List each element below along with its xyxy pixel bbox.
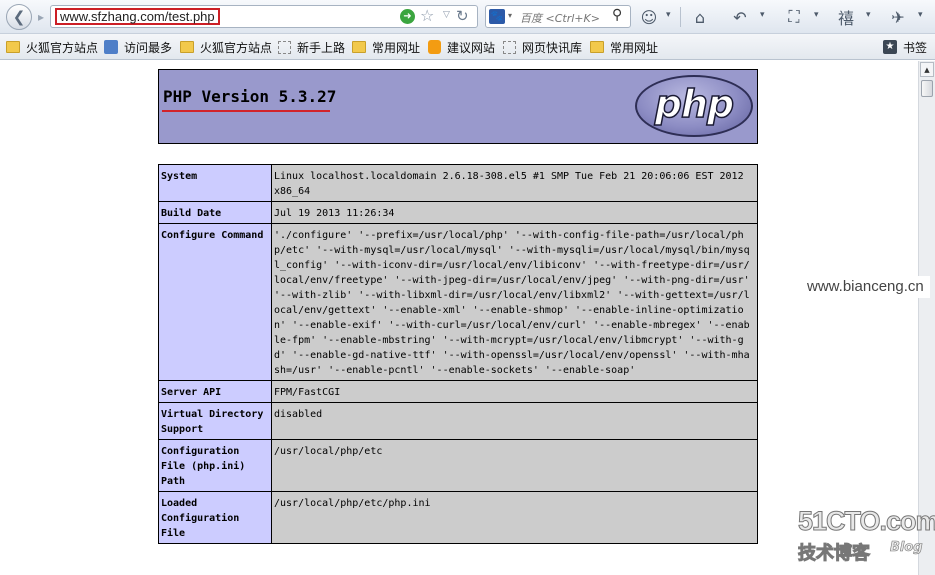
bookmark-label: 火狐官方站点: [26, 40, 99, 55]
tools-dropdown-icon[interactable]: ▾: [918, 10, 923, 20]
bookmarks-toolbar: 火狐官方站点 访问最多 火狐官方站点 新手上路 常用网址 建议网站 网页快讯库 …: [0, 34, 935, 60]
table-row: Virtual Directory Support disabled: [158, 402, 758, 440]
history-dropdown-icon[interactable]: ▽: [443, 10, 450, 20]
table-row: Configure Command './configure' '--prefi…: [158, 223, 758, 381]
baidu-paw-icon[interactable]: 🐾: [489, 9, 505, 24]
address-bar[interactable]: www.sfzhang.com/test.php ➜ ☆ ▽ ↻: [50, 5, 478, 28]
bookmark-item[interactable]: 访问最多: [104, 39, 172, 55]
site-watermark: www.bianceng.cn: [801, 276, 930, 298]
addon-dropdown-icon[interactable]: ▾: [666, 10, 671, 20]
navigation-toolbar: ❮ ▸ www.sfzhang.com/test.php ➜ ☆ ▽ ↻ 🐾 ▾…: [0, 0, 935, 34]
bookmarks-menu-label: 书签: [903, 40, 928, 55]
php-version-header: PHP Version 5.3.27 php: [158, 69, 758, 144]
dashed-page-icon: [503, 40, 516, 54]
translate-icon[interactable]: 禧: [834, 6, 858, 28]
search-engine-dropdown-icon[interactable]: ▾: [508, 11, 512, 20]
bookmarks-menu-icon: ★: [883, 40, 897, 54]
table-row: Server API FPM/FastCGI: [158, 380, 758, 403]
go-arrow-icon[interactable]: ➜: [400, 9, 415, 24]
row-value: './configure' '--prefix=/usr/local/php' …: [271, 223, 758, 381]
folder-icon: [352, 41, 366, 53]
bookmark-item[interactable]: 火狐官方站点: [180, 39, 272, 55]
row-key: Loaded Configuration File: [158, 491, 272, 544]
row-key: Server API: [158, 380, 272, 403]
row-value: Linux localhost.localdomain 2.6.18-308.e…: [271, 164, 758, 202]
php-logo[interactable]: php: [635, 75, 753, 137]
scroll-thumb[interactable]: [921, 80, 933, 97]
bookmark-label: 常用网址: [372, 40, 421, 55]
vertical-scrollbar[interactable]: ▲: [918, 61, 935, 575]
tools-icon[interactable]: ✈: [886, 6, 910, 28]
bulb-icon: [428, 40, 441, 54]
row-value: FPM/FastCGI: [271, 380, 758, 403]
row-value: /usr/local/php/etc/php.ini: [271, 491, 758, 544]
table-row: System Linux localhost.localdomain 2.6.1…: [158, 164, 758, 202]
51cto-watermark: 51CTO.com: [798, 506, 935, 537]
screenshot-icon[interactable]: ⛶: [782, 6, 806, 28]
bookmark-item[interactable]: 建议网站: [428, 39, 495, 55]
folder-icon: [180, 41, 194, 53]
bookmarks-menu[interactable]: ★ 书签: [883, 39, 927, 55]
page-content: PHP Version 5.3.27 php System Linux loca…: [0, 61, 918, 575]
red-annotation-underline: [162, 110, 330, 112]
url-text[interactable]: www.sfzhang.com/test.php: [55, 8, 220, 25]
bookmark-item[interactable]: 常用网址: [590, 39, 658, 55]
search-input[interactable]: 百度 <Ctrl+K>: [520, 10, 600, 26]
row-key: Virtual Directory Support: [158, 402, 272, 440]
bookmark-label: 建议网站: [447, 40, 496, 55]
toolbar-divider: [680, 7, 681, 27]
bookmark-label: 新手上路: [297, 40, 346, 55]
bookmark-item[interactable]: 常用网址: [352, 39, 420, 55]
undo-dropdown-icon[interactable]: ▾: [760, 10, 765, 20]
row-value: Jul 19 2013 11:26:34: [271, 201, 758, 224]
row-key: Configuration File (php.ini) Path: [158, 439, 272, 492]
folder-icon: [6, 41, 20, 53]
table-row: Loaded Configuration File /usr/local/php…: [158, 491, 758, 544]
undo-icon[interactable]: ↶: [728, 6, 752, 28]
dashed-page-icon: [278, 40, 291, 54]
bookmark-label: 火狐官方站点: [200, 40, 273, 55]
forward-arrow-icon: ▸: [37, 10, 45, 24]
bookmark-item[interactable]: 火狐官方站点: [6, 39, 98, 55]
forward-button[interactable]: ▸: [31, 8, 51, 26]
row-value: disabled: [271, 402, 758, 440]
bookmark-item[interactable]: 网页快讯库: [503, 39, 582, 55]
table-row: Build Date Jul 19 2013 11:26:34: [158, 201, 758, 224]
bookmark-star-icon[interactable]: ☆: [420, 6, 434, 25]
back-arrow-icon: ❮: [12, 8, 26, 26]
addon-icon[interactable]: ☺: [637, 6, 661, 28]
blog-watermark-en: Blog: [890, 540, 923, 556]
reload-icon[interactable]: ↻: [456, 7, 469, 25]
folder-icon: [590, 41, 604, 53]
back-button[interactable]: ❮: [6, 4, 32, 30]
search-icon[interactable]: ⚲: [612, 7, 622, 23]
bookmark-label: 常用网址: [610, 40, 659, 55]
bookmark-label: 网页快讯库: [522, 40, 583, 55]
blog-watermark-cn: 技术博客: [798, 543, 871, 565]
bookmark-label: 访问最多: [124, 40, 173, 55]
php-logo-text: php: [654, 81, 735, 127]
row-key: Configure Command: [158, 223, 272, 381]
bookmark-item[interactable]: 新手上路: [278, 39, 345, 55]
row-value: /usr/local/php/etc: [271, 439, 758, 492]
table-row: Configuration File (php.ini) Path /usr/l…: [158, 439, 758, 492]
translate-dropdown-icon[interactable]: ▾: [866, 10, 871, 20]
home-icon[interactable]: ⌂: [688, 6, 712, 28]
row-key: Build Date: [158, 201, 272, 224]
phpinfo-table: System Linux localhost.localdomain 2.6.1…: [158, 164, 758, 544]
row-key: System: [158, 164, 272, 202]
search-box[interactable]: 🐾 ▾ 百度 <Ctrl+K> ⚲: [485, 5, 631, 28]
php-version-title: PHP Version 5.3.27: [163, 87, 337, 106]
scroll-up-arrow-icon[interactable]: ▲: [920, 62, 934, 77]
history-icon: [104, 40, 118, 54]
screenshot-dropdown-icon[interactable]: ▾: [814, 10, 819, 20]
